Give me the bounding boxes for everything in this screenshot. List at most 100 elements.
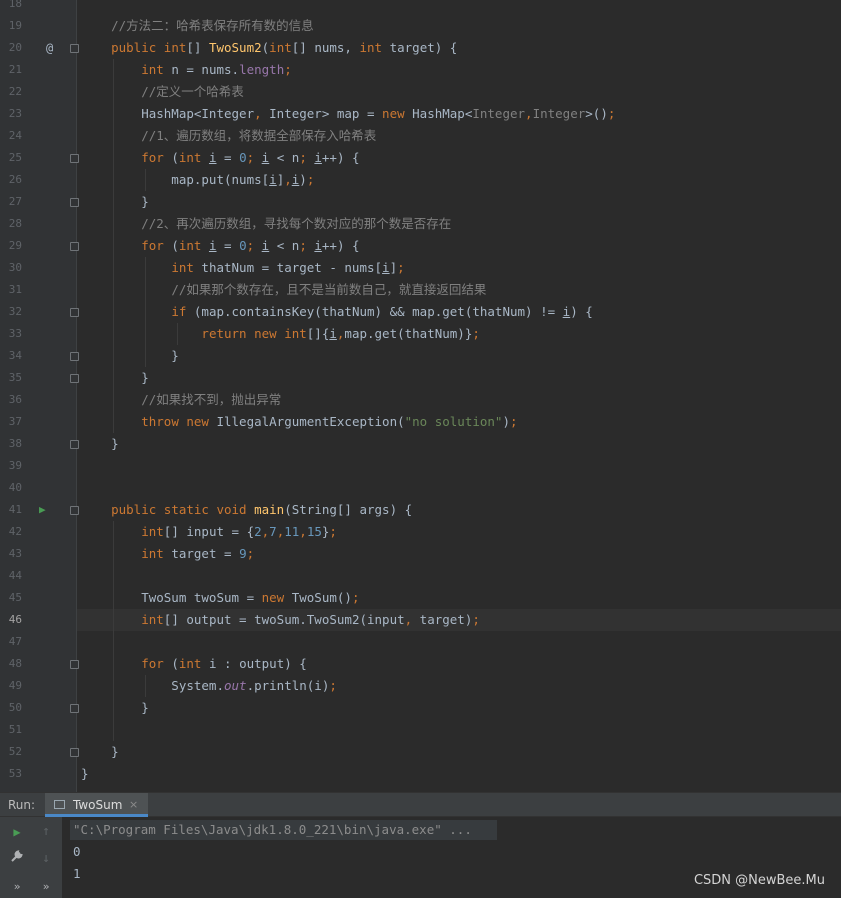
run-console[interactable]: ▶ ↑ ↓ » » "C:\Program Files\Java\jdk1.8.… <box>0 817 841 898</box>
fold-marker-icon[interactable] <box>70 198 79 207</box>
line-number: 50 <box>8 701 22 714</box>
code-line-49[interactable]: System.out.println(i); <box>81 675 337 697</box>
code-line-29[interactable]: for (int i = 0; i < n; i++) { <box>81 235 359 257</box>
more-icon[interactable]: » <box>7 877 27 897</box>
line-number: 43 <box>8 547 22 560</box>
arrow-up-icon[interactable]: ↑ <box>36 822 56 842</box>
line-number: 51 <box>8 723 22 736</box>
fold-marker-icon[interactable] <box>70 352 79 361</box>
fold-marker-icon[interactable] <box>70 660 79 669</box>
line-number: 49 <box>8 679 22 692</box>
code-line-35[interactable]: } <box>81 367 149 389</box>
code-line-38[interactable]: } <box>81 433 119 455</box>
line-number: 25 <box>8 151 22 164</box>
code-line-52[interactable]: } <box>81 741 119 763</box>
code-line-48[interactable]: for (int i : output) { <box>81 653 307 675</box>
code-line-23[interactable]: HashMap<Integer, Integer> map = new Hash… <box>81 103 615 125</box>
run-main-icon[interactable]: ▶ <box>39 499 46 521</box>
line-number: 33 <box>8 327 22 340</box>
line-number: 28 <box>8 217 22 230</box>
fold-marker-icon[interactable] <box>70 44 79 53</box>
line-number: 45 <box>8 591 22 604</box>
run-tab-twosum[interactable]: TwoSum × <box>45 793 148 817</box>
console-icon <box>54 800 65 809</box>
line-number: 53 <box>8 767 22 780</box>
console-toolbar: ▶ ↑ ↓ » » <box>0 817 62 898</box>
code-line-50[interactable]: } <box>81 697 149 719</box>
line-number: 34 <box>8 349 22 362</box>
fold-marker-icon[interactable] <box>70 308 79 317</box>
code-line-26[interactable]: map.put(nums[i],i); <box>81 169 314 191</box>
code-comment: //1、遍历数组，将数据全部保存入哈希表 <box>141 128 377 143</box>
code-line-21[interactable]: int n = nums.length; <box>81 59 292 81</box>
fold-marker-icon[interactable] <box>70 506 79 515</box>
fold-marker-icon[interactable] <box>70 154 79 163</box>
code-line-31[interactable]: //如果那个数存在，且不是当前数自己，就直接返回结果 <box>81 279 486 301</box>
code-editor[interactable]: 18 19 20 21 22 23 24 25 26 27 28 29 30 3… <box>0 0 841 792</box>
line-number: 44 <box>8 569 22 582</box>
rerun-icon[interactable]: ▶ <box>7 822 27 842</box>
line-number: 18 <box>8 0 22 10</box>
fold-marker-icon[interactable] <box>70 440 79 449</box>
fold-marker-icon[interactable] <box>70 374 79 383</box>
code-line-36[interactable]: //如果找不到，抛出异常 <box>81 389 281 411</box>
line-number: 47 <box>8 635 22 648</box>
code-comment: //如果找不到，抛出异常 <box>141 392 282 407</box>
code-comment: //2、再次遍历数组，寻找每个数对应的那个数是否存在 <box>141 216 452 231</box>
code-line-43[interactable]: int target = 9; <box>81 543 254 565</box>
line-number: 35 <box>8 371 22 384</box>
code-line-41[interactable]: public static void main(String[] args) { <box>81 499 412 521</box>
line-number: 38 <box>8 437 22 450</box>
code-line-19[interactable]: //方法二：哈希表保存所有数的信息 <box>81 15 314 37</box>
override-marker-icon[interactable]: @ <box>46 37 53 59</box>
code-line-28[interactable]: //2、再次遍历数组，寻找每个数对应的那个数是否存在 <box>81 213 451 235</box>
code-line-20[interactable]: public int[] TwoSum2(int[] nums, int tar… <box>81 37 457 59</box>
line-number-current: 46 <box>8 613 22 626</box>
fold-marker-icon[interactable] <box>70 704 79 713</box>
console-output-line: 1 <box>73 866 81 881</box>
code-line-33[interactable]: return new int[]{i,map.get(thatNum)}; <box>81 323 479 345</box>
code-line-24[interactable]: //1、遍历数组，将数据全部保存入哈希表 <box>81 125 376 147</box>
code-line-22[interactable]: //定义一个哈希表 <box>81 81 244 103</box>
code-line-27[interactable]: } <box>81 191 149 213</box>
code-comment: //方法二：哈希表保存所有数的信息 <box>111 18 314 33</box>
line-number: 21 <box>8 63 22 76</box>
run-label: Run: <box>8 798 36 812</box>
code-line-53[interactable]: } <box>81 763 89 785</box>
console-command-line: "C:\Program Files\Java\jdk1.8.0_221\bin\… <box>73 822 472 837</box>
code-line-45[interactable]: TwoSum twoSum = new TwoSum(); <box>81 587 359 609</box>
line-number: 48 <box>8 657 22 670</box>
code-comment: //定义一个哈希表 <box>141 84 244 99</box>
code-comment: //如果那个数存在，且不是当前数自己，就直接返回结果 <box>171 282 487 297</box>
line-number: 22 <box>8 85 22 98</box>
line-number: 20 <box>8 41 22 54</box>
wrench-icon[interactable] <box>7 849 27 869</box>
line-number: 30 <box>8 261 22 274</box>
line-number: 31 <box>8 283 22 296</box>
arrow-down-icon[interactable]: ↓ <box>36 849 56 869</box>
fold-marker-icon[interactable] <box>70 748 79 757</box>
code-line-37[interactable]: throw new IllegalArgumentException("no s… <box>81 411 517 433</box>
watermark: CSDN @NewBee.Mu <box>693 873 825 888</box>
line-number: 52 <box>8 745 22 758</box>
code-string: "no solution" <box>404 414 503 429</box>
line-number: 32 <box>8 305 22 318</box>
code-line-46[interactable]: int[] output = twoSum.TwoSum2(input, tar… <box>81 609 480 631</box>
line-number: 37 <box>8 415 22 428</box>
more-icon[interactable]: » <box>36 877 56 897</box>
line-number: 23 <box>8 107 22 120</box>
code-line-34[interactable]: } <box>81 345 179 367</box>
line-number: 29 <box>8 239 22 252</box>
code-line-30[interactable]: int thatNum = target - nums[i]; <box>81 257 404 279</box>
gutter-separator <box>76 0 77 792</box>
code-line-42[interactable]: int[] input = {2,7,11,15}; <box>81 521 337 543</box>
line-number: 27 <box>8 195 22 208</box>
line-number: 41 <box>8 503 22 516</box>
line-number: 19 <box>8 19 22 32</box>
line-number: 24 <box>8 129 22 142</box>
code-line-25[interactable]: for (int i = 0; i < n; i++) { <box>81 147 359 169</box>
run-tool-window-header: Run: TwoSum × <box>0 792 841 817</box>
code-line-32[interactable]: if (map.containsKey(thatNum) && map.get(… <box>81 301 592 323</box>
fold-marker-icon[interactable] <box>70 242 79 251</box>
line-number: 26 <box>8 173 22 186</box>
